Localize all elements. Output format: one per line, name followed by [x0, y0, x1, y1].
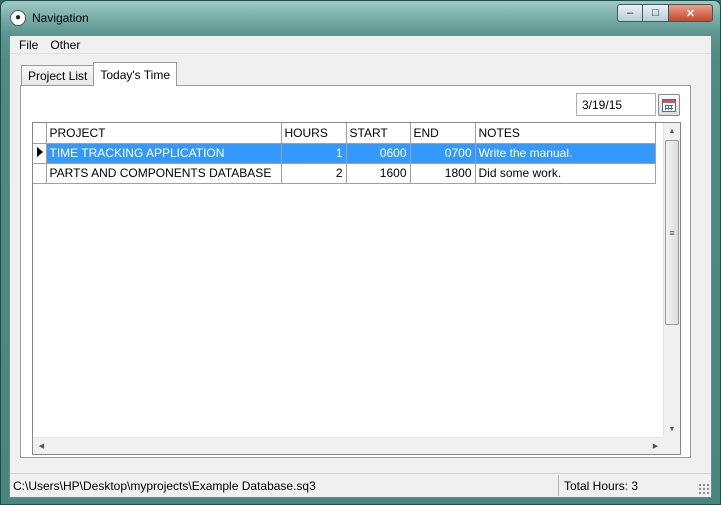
window-title: Navigation: [32, 11, 89, 25]
cell-notes[interactable]: Write the manual.: [475, 143, 656, 164]
status-total-hours: Total Hours: 3: [564, 479, 639, 493]
tab-todays-time[interactable]: Today's Time: [93, 62, 178, 86]
close-button[interactable]: ✕: [669, 4, 713, 22]
row-header-corner: [33, 123, 47, 144]
paw-icon[interactable]: ●: [10, 10, 26, 26]
app-window: ● Navigation – □ ✕ File Other Project Li…: [0, 0, 721, 505]
tab-project-list[interactable]: Project List: [21, 65, 95, 86]
scroll-down-icon[interactable]: ▼: [664, 421, 680, 438]
maximize-button[interactable]: □: [643, 4, 669, 22]
column-header-notes[interactable]: NOTES: [475, 123, 656, 144]
vertical-scrollbar[interactable]: ▲ ≡ ▼: [663, 123, 680, 438]
cell-start[interactable]: 1600: [346, 163, 411, 184]
horizontal-scrollbar[interactable]: ◀ ▶: [33, 437, 664, 454]
client-area: File Other Project List Today's Time 3/1…: [9, 35, 712, 498]
menu-bar: File Other: [10, 36, 711, 54]
column-header-start[interactable]: START: [346, 123, 411, 144]
cell-hours[interactable]: 1: [281, 143, 347, 164]
resize-grip-icon[interactable]: [698, 483, 710, 495]
cell-start[interactable]: 0600: [346, 143, 411, 164]
calendar-button[interactable]: [658, 94, 680, 116]
menu-file[interactable]: File: [13, 38, 44, 52]
todays-time-panel: 3/19/15 PROJECT HOURS START END NOTES TI…: [20, 85, 691, 458]
status-bar: C:\Users\HP\Desktop\myprojects\Example D…: [10, 473, 711, 496]
scroll-up-icon[interactable]: ▲: [664, 123, 680, 140]
vertical-scroll-thumb[interactable]: ≡: [665, 140, 679, 325]
cell-project[interactable]: PARTS AND COMPONENTS DATABASE: [46, 163, 282, 184]
scroll-right-icon[interactable]: ▶: [647, 438, 664, 454]
table-row[interactable]: PARTS AND COMPONENTS DATABASE 2 1600 180…: [33, 163, 656, 184]
cell-notes[interactable]: Did some work.: [475, 163, 656, 184]
column-header-end[interactable]: END: [410, 123, 476, 144]
tab-strip: Project List Today's Time: [21, 62, 178, 86]
current-row-indicator[interactable]: [33, 143, 47, 164]
cell-hours[interactable]: 2: [281, 163, 347, 184]
cell-project[interactable]: TIME TRACKING APPLICATION: [46, 143, 282, 164]
cell-end[interactable]: 1800: [410, 163, 476, 184]
row-pointer-icon: [37, 147, 44, 157]
cell-end[interactable]: 0700: [410, 143, 476, 164]
column-header-project[interactable]: PROJECT: [46, 123, 282, 144]
time-grid[interactable]: PROJECT HOURS START END NOTES TIME TRACK…: [32, 122, 681, 455]
row-header[interactable]: [33, 163, 47, 184]
table-row[interactable]: TIME TRACKING APPLICATION 1 0600 0700 Wr…: [33, 143, 656, 164]
scroll-left-icon[interactable]: ◀: [33, 438, 50, 454]
header-row: PROJECT HOURS START END NOTES: [33, 123, 656, 144]
calendar-icon: [662, 98, 676, 112]
window-controls: – □ ✕: [617, 4, 713, 22]
column-header-hours[interactable]: HOURS: [281, 123, 347, 144]
minimize-button[interactable]: –: [617, 4, 643, 22]
time-table: PROJECT HOURS START END NOTES TIME TRACK…: [33, 123, 656, 184]
title-bar[interactable]: ● Navigation – □ ✕: [1, 1, 720, 35]
menu-other[interactable]: Other: [44, 38, 86, 52]
date-field[interactable]: 3/19/15: [576, 93, 656, 116]
status-database-path: C:\Users\HP\Desktop\myprojects\Example D…: [10, 475, 559, 496]
scrollbar-corner: [663, 437, 680, 454]
